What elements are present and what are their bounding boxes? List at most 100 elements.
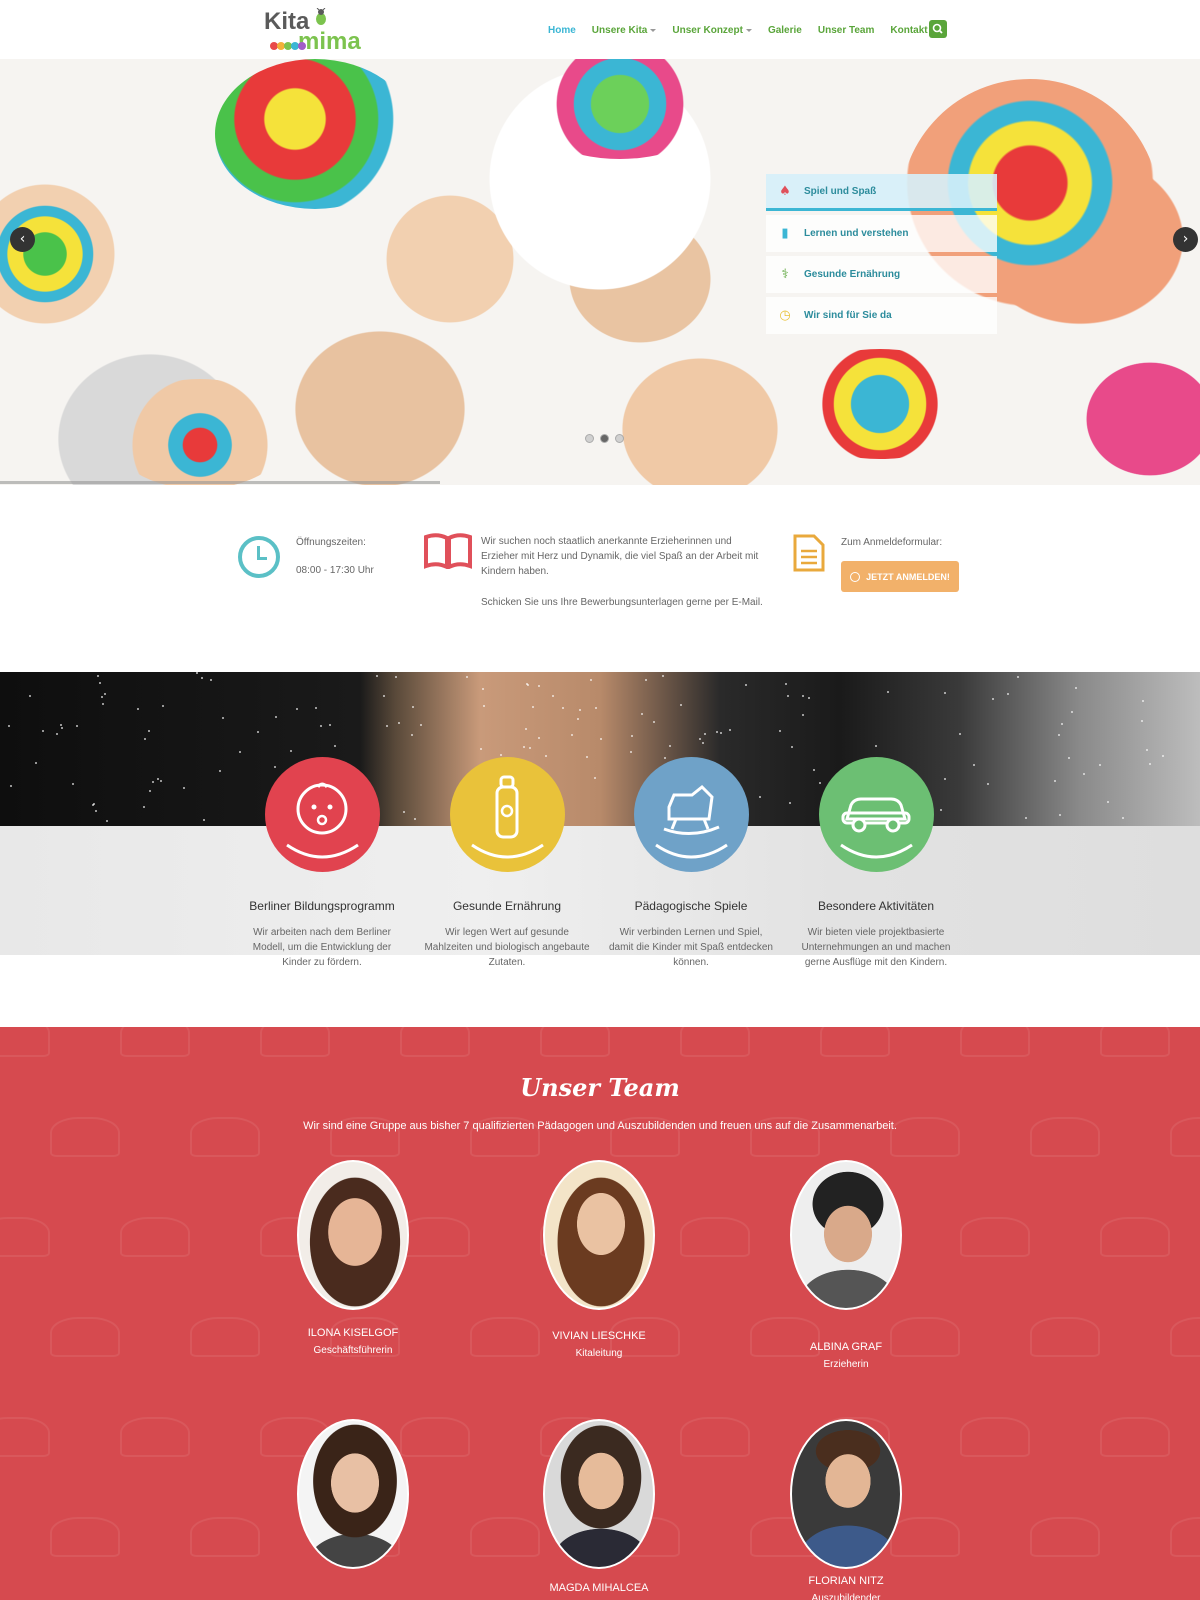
background-pattern-shape xyxy=(50,1317,120,1357)
water-speck xyxy=(631,735,633,737)
water-speck xyxy=(1099,764,1101,766)
team-member-role: Geschäftsführerin xyxy=(313,1345,393,1356)
caterpillar-icon xyxy=(270,35,306,50)
baby-bottle-icon xyxy=(471,775,544,859)
team-member-name: MAGDA MIHALCEA xyxy=(549,1582,649,1594)
water-speck xyxy=(645,679,647,681)
background-pattern-shape xyxy=(960,1217,1030,1257)
water-speck xyxy=(1146,749,1148,751)
water-speck xyxy=(239,751,241,753)
water-speck xyxy=(669,745,671,747)
bug-icon xyxy=(316,8,326,25)
water-speck xyxy=(99,682,101,684)
team-member-role: Erzieherin xyxy=(823,1359,869,1370)
nav-unser-team[interactable]: Unser Team xyxy=(818,25,875,36)
water-speck xyxy=(944,692,946,694)
water-speck xyxy=(104,693,106,695)
nav-home[interactable]: Home xyxy=(548,25,576,36)
water-speck xyxy=(210,679,212,681)
background-pattern-shape xyxy=(120,1027,190,1057)
water-speck xyxy=(398,722,400,724)
water-speck xyxy=(577,718,579,720)
water-speck xyxy=(290,750,292,752)
water-speck xyxy=(386,725,388,727)
water-speck xyxy=(334,745,336,747)
background-pattern-shape xyxy=(1100,1417,1170,1457)
site-header: Kita mima Home Unsere Kita Unser Konzept… xyxy=(0,0,1200,59)
hero-feature-item[interactable]: ♠ Spiel und Spaß xyxy=(766,174,997,211)
team-member-photo xyxy=(297,1419,409,1569)
water-speck xyxy=(600,738,602,740)
background-pattern-shape xyxy=(680,1027,750,1057)
slider-dot[interactable] xyxy=(615,434,624,443)
water-speck xyxy=(329,724,331,726)
hero-feature-label: Gesunde Ernährung xyxy=(804,269,901,280)
water-speck xyxy=(1068,757,1070,759)
water-speck xyxy=(106,820,108,822)
background-pattern-shape xyxy=(890,1517,960,1557)
water-speck xyxy=(148,730,150,732)
cutlery-icon: ⚕ xyxy=(781,267,789,282)
water-speck xyxy=(590,679,592,681)
activity-title: Berliner Bildungsprogramm xyxy=(249,899,395,913)
nav-unser-konzept[interactable]: Unser Konzept xyxy=(672,25,752,36)
activity-title: Pädagogische Spiele xyxy=(634,899,748,913)
team-member-name: ALBINA GRAF xyxy=(809,1341,883,1353)
water-speck xyxy=(699,738,701,740)
hero-feature-item[interactable]: ⚕ Gesunde Ernährung xyxy=(766,256,997,293)
water-speck xyxy=(630,751,632,753)
water-speck xyxy=(219,770,221,772)
water-speck xyxy=(571,734,573,736)
water-speck xyxy=(395,676,397,678)
water-speck xyxy=(203,819,205,821)
slider-dot[interactable] xyxy=(585,434,594,443)
chevron-right-icon: › xyxy=(1182,231,1189,247)
paint-hand-bottom-left xyxy=(110,379,290,485)
activities-background-light xyxy=(0,826,1200,955)
water-speck xyxy=(579,709,581,711)
caret-down-icon xyxy=(650,28,657,32)
water-speck xyxy=(92,804,94,806)
water-speck xyxy=(729,729,731,731)
nav-unser-team-label: Unser Team xyxy=(817,24,875,36)
background-pattern-shape xyxy=(680,1217,750,1257)
water-speck xyxy=(29,695,31,697)
register-now-button[interactable]: JETZT ANMELDEN! xyxy=(841,561,959,592)
background-pattern-shape xyxy=(400,1217,470,1257)
nav-galerie[interactable]: Galerie xyxy=(768,25,802,36)
document-icon xyxy=(793,534,825,572)
search-button[interactable] xyxy=(929,20,947,38)
water-speck xyxy=(411,734,413,736)
nav-unser-konzept-label: Unser Konzept xyxy=(672,24,743,36)
water-speck xyxy=(538,737,540,739)
water-speck xyxy=(641,713,643,715)
slider-prev-button[interactable]: ‹ xyxy=(10,227,35,252)
water-speck xyxy=(1141,720,1143,722)
opening-hours-value: 08:00 - 17:30 Uhr xyxy=(296,565,374,576)
water-speck xyxy=(808,697,810,699)
background-pattern-shape xyxy=(120,1417,190,1457)
water-speck xyxy=(680,704,682,706)
team-member-name: VIVIAN LIESCHKE xyxy=(552,1330,646,1342)
water-speck xyxy=(1025,817,1027,819)
hero-feature-item[interactable]: ◷ Wir sind für Sie da xyxy=(766,297,997,334)
book-icon: ▮ xyxy=(781,226,789,241)
nav-home-label: Home xyxy=(548,24,576,36)
water-speck xyxy=(483,705,485,707)
water-speck xyxy=(552,695,554,697)
chevron-left-icon: ‹ xyxy=(19,231,26,247)
water-speck xyxy=(538,685,540,687)
water-speck xyxy=(523,746,525,748)
kita-mima-logo[interactable]: Kita mima xyxy=(264,6,361,56)
team-member-role: Auszubildender xyxy=(811,1593,881,1600)
water-speck xyxy=(101,696,103,698)
water-speck xyxy=(420,724,422,726)
hero-feature-list: ♠ Spiel und Spaß ▮ Lernen und verstehen … xyxy=(766,174,997,338)
hero-feature-item[interactable]: ▮ Lernen und verstehen xyxy=(766,215,997,252)
slider-dot-active[interactable] xyxy=(600,434,609,443)
background-pattern-shape xyxy=(400,1417,470,1457)
water-speck xyxy=(1142,700,1144,702)
slider-next-button[interactable]: › xyxy=(1173,227,1198,252)
activity-description: Wir legen Wert auf gesunde Mahlzeiten un… xyxy=(424,927,590,968)
nav-unsere-kita[interactable]: Unsere Kita xyxy=(592,25,657,36)
